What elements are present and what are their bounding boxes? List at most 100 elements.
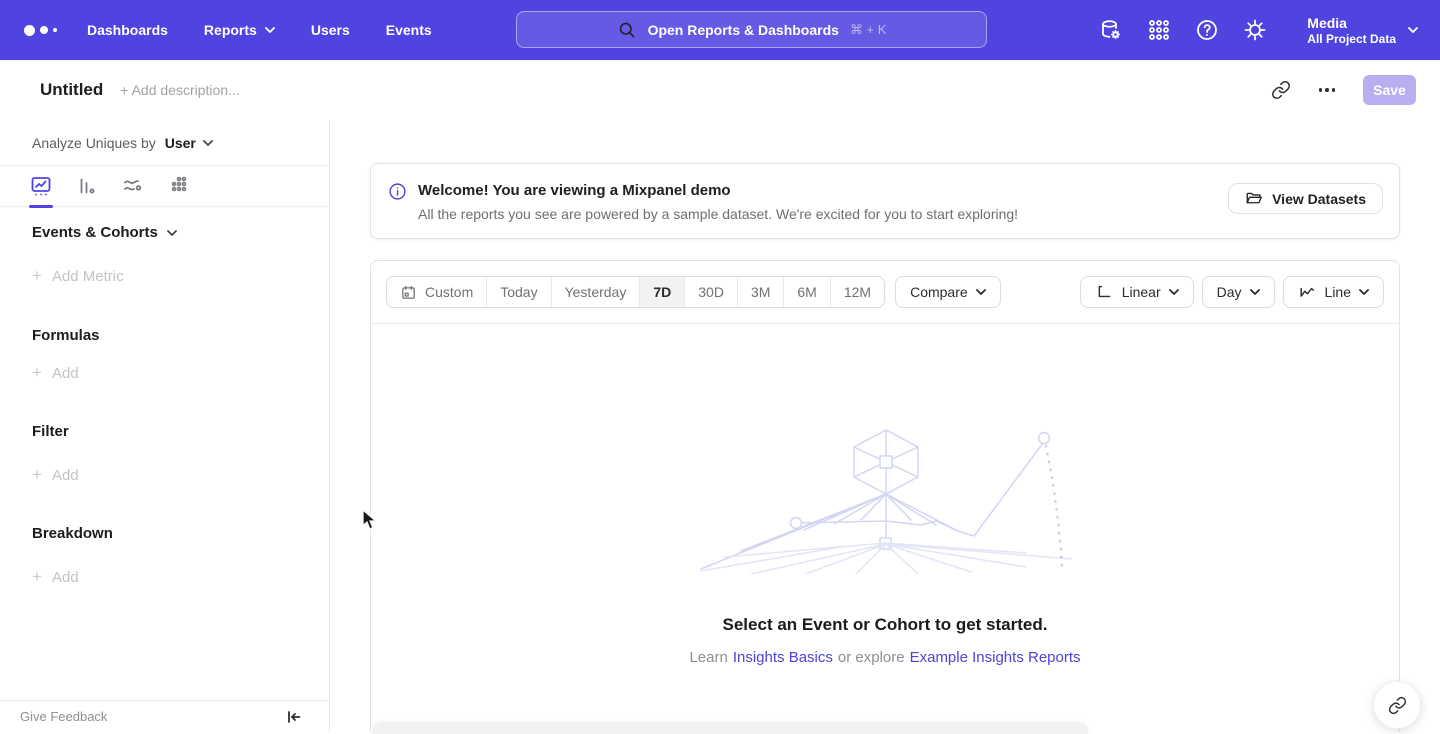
analyze-prefix-label: Analyze Uniques by [32, 135, 156, 151]
top-nav: Dashboards Reports Users Events Open Rep… [0, 0, 1440, 60]
demo-welcome-banner: Welcome! You are viewing a Mixpanel demo… [370, 163, 1400, 239]
date-range-12m[interactable]: 12M [830, 277, 884, 307]
date-range-control: Custom Today Yesterday 7D 30D 3M 6M 12M [386, 276, 885, 308]
add-description-field[interactable]: + Add description... [120, 82, 239, 98]
tab-flow-chart[interactable] [121, 174, 145, 198]
chevron-down-icon [1408, 27, 1418, 33]
add-breakdown-label: Add [52, 569, 79, 586]
date-range-7d[interactable]: 7D [639, 277, 684, 307]
date-range-today[interactable]: Today [486, 277, 550, 307]
add-metric-button[interactable]: + Add Metric [32, 266, 124, 286]
add-formula-button[interactable]: + Add [32, 363, 79, 383]
scale-label: Linear [1122, 284, 1161, 300]
project-scope: All Project Data [1307, 32, 1396, 47]
collapse-sidebar-icon[interactable] [286, 709, 302, 725]
tab-metric-grid[interactable] [167, 174, 191, 198]
line-chart-icon [1298, 283, 1317, 302]
chart-type-tabs [0, 166, 329, 207]
formulas-section: Formulas [32, 327, 100, 344]
analyze-value-dropdown[interactable]: User [165, 135, 213, 151]
date-range-30d[interactable]: 30D [684, 277, 737, 307]
compare-label: Compare [910, 284, 968, 300]
nav-dashboards-label: Dashboards [87, 22, 168, 38]
project-switcher[interactable]: Media All Project Data [1307, 14, 1418, 47]
nav-dashboards[interactable]: Dashboards [87, 22, 168, 38]
mixpanel-logo-icon[interactable] [24, 25, 57, 36]
plus-icon: + [32, 363, 42, 383]
date-range-label: 6M [797, 284, 816, 300]
date-range-yesterday[interactable]: Yesterday [551, 277, 640, 307]
report-controls: Custom Today Yesterday 7D 30D 3M 6M 12M … [371, 261, 1399, 324]
empty-state-title: Select an Event or Cohort to get started… [371, 615, 1399, 635]
more-menu-icon[interactable] [1315, 84, 1340, 96]
scale-dropdown[interactable]: Linear [1080, 276, 1194, 308]
plus-icon: + [32, 465, 42, 485]
add-metric-label: Add Metric [52, 268, 124, 285]
report-title[interactable]: Untitled [40, 80, 103, 100]
data-management-icon[interactable] [1099, 18, 1123, 42]
analyze-uniques-row: Analyze Uniques by User [0, 120, 329, 166]
chevron-down-icon [1250, 289, 1260, 295]
breakdown-label: Breakdown [32, 525, 113, 542]
date-range-label: 3M [751, 284, 770, 300]
plus-icon: + [32, 567, 42, 587]
chevron-down-icon [167, 230, 177, 236]
view-datasets-label: View Datasets [1272, 191, 1366, 207]
view-datasets-button[interactable]: View Datasets [1228, 183, 1383, 214]
folder-open-icon [1245, 190, 1263, 208]
tab-line-chart[interactable] [29, 174, 53, 198]
nav-events[interactable]: Events [386, 22, 432, 38]
search-shortcut: ⌘ + K [850, 22, 887, 38]
settings-gear-icon[interactable] [1243, 18, 1267, 42]
date-range-custom[interactable]: Custom [387, 277, 486, 307]
date-range-3m[interactable]: 3M [737, 277, 783, 307]
learn-prefix: Learn [689, 649, 727, 666]
breakdown-section: Breakdown [32, 525, 113, 542]
filter-label: Filter [32, 423, 69, 440]
date-range-6m[interactable]: 6M [783, 277, 829, 307]
info-icon [388, 182, 407, 201]
add-filter-label: Add [52, 467, 79, 484]
date-range-label: Custom [425, 284, 473, 300]
tab-bar-chart[interactable] [75, 174, 99, 198]
report-header: Untitled + Add description... Save [0, 60, 1440, 120]
chevron-down-icon [1359, 289, 1369, 295]
nav-users[interactable]: Users [311, 22, 350, 38]
date-range-label: 7D [653, 284, 671, 300]
add-formula-label: Add [52, 365, 79, 382]
nav-users-label: Users [311, 22, 350, 38]
project-name: Media [1307, 14, 1396, 32]
example-reports-link[interactable]: Example Insights Reports [910, 649, 1081, 666]
help-icon[interactable] [1195, 18, 1219, 42]
insights-basics-link[interactable]: Insights Basics [733, 649, 833, 666]
date-range-label: 12M [844, 284, 871, 300]
empty-state-subtitle: Learn Insights Basics or explore Example… [371, 649, 1399, 666]
chart-type-label: Line [1325, 284, 1351, 300]
search-icon [617, 20, 637, 40]
add-filter-button[interactable]: + Add [32, 465, 79, 485]
compare-dropdown[interactable]: Compare [895, 276, 1001, 308]
chevron-down-icon [1169, 289, 1179, 295]
interval-dropdown[interactable]: Day [1202, 276, 1275, 308]
date-range-label: Yesterday [565, 284, 627, 300]
events-cohorts-section[interactable]: Events & Cohorts [32, 224, 177, 241]
date-range-label: Today [500, 284, 537, 300]
global-search[interactable]: Open Reports & Dashboards ⌘ + K [516, 11, 987, 48]
search-placeholder: Open Reports & Dashboards [648, 22, 839, 38]
chevron-down-icon [976, 289, 986, 295]
banner-subtitle: All the reports you see are powered by a… [418, 206, 1018, 222]
share-link-fab[interactable] [1373, 681, 1421, 729]
date-range-label: 30D [698, 284, 724, 300]
results-table-peek [372, 722, 1088, 734]
save-button[interactable]: Save [1363, 75, 1416, 105]
give-feedback-link[interactable]: Give Feedback [20, 709, 107, 724]
learn-middle: or explore [838, 649, 905, 666]
nav-events-label: Events [386, 22, 432, 38]
axes-icon [1095, 283, 1114, 302]
add-breakdown-button[interactable]: + Add [32, 567, 79, 587]
apps-grid-icon[interactable] [1147, 18, 1171, 42]
chart-type-dropdown[interactable]: Line [1283, 276, 1384, 308]
analyze-value-label: User [165, 135, 196, 151]
nav-reports[interactable]: Reports [204, 22, 275, 38]
copy-link-icon[interactable] [1271, 80, 1291, 100]
